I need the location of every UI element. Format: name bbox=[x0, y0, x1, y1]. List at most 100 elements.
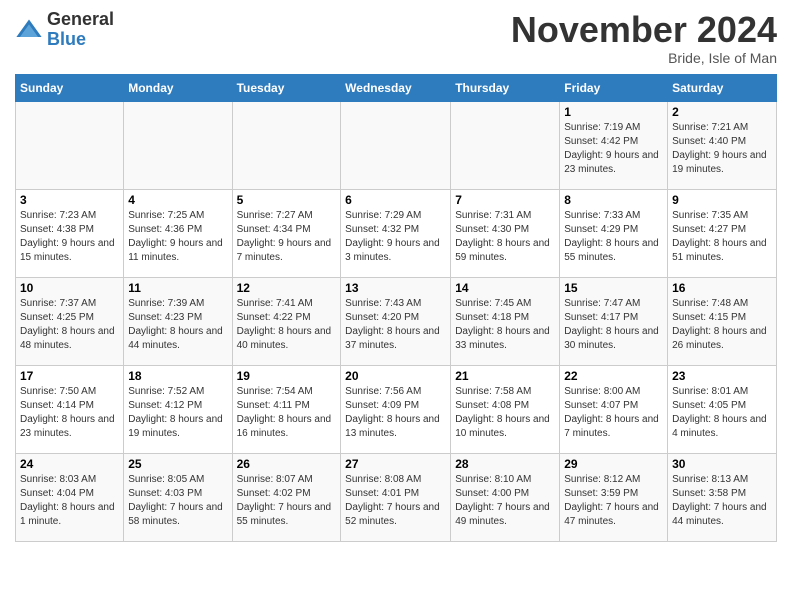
day-number: 30 bbox=[672, 457, 772, 471]
cell-week2-day2: 4 Sunrise: 7:25 AMSunset: 4:36 PMDaylight… bbox=[124, 189, 232, 277]
day-number: 9 bbox=[672, 193, 772, 207]
day-number: 5 bbox=[237, 193, 337, 207]
day-number: 8 bbox=[564, 193, 663, 207]
header-row: SundayMondayTuesdayWednesdayThursdayFrid… bbox=[16, 74, 777, 101]
day-number: 17 bbox=[20, 369, 119, 383]
day-info: Sunrise: 7:27 AMSunset: 4:34 PMDaylight:… bbox=[237, 209, 337, 265]
calendar-table: SundayMondayTuesdayWednesdayThursdayFrid… bbox=[15, 74, 777, 542]
logo-blue: Blue bbox=[47, 30, 114, 50]
day-number: 10 bbox=[20, 281, 119, 295]
day-info: Sunrise: 8:00 AMSunset: 4:07 PMDaylight:… bbox=[564, 385, 663, 441]
cell-week5-day6: 29Sunrise: 8:12 AMSunset: 3:59 PMDayligh… bbox=[560, 453, 668, 541]
day-number: 25 bbox=[128, 457, 227, 471]
day-number: 24 bbox=[20, 457, 119, 471]
header-wednesday: Wednesday bbox=[341, 74, 451, 101]
calendar-body: 1Sunrise: 7:19 AMSunset: 4:42 PMDaylight… bbox=[16, 101, 777, 541]
day-number: 23 bbox=[672, 369, 772, 383]
day-info: Sunrise: 7:31 AMSunset: 4:30 PMDaylight:… bbox=[455, 209, 555, 265]
day-info: Sunrise: 7:41 AMSunset: 4:22 PMDaylight:… bbox=[237, 297, 337, 353]
cell-week4-day2: 18 Sunrise: 7:52 AMSunset: 4:12 PMDayligh… bbox=[124, 365, 232, 453]
cell-week5-day3: 26Sunrise: 8:07 AMSunset: 4:02 PMDayligh… bbox=[232, 453, 341, 541]
day-info: Sunrise: 8:12 AMSunset: 3:59 PMDaylight:… bbox=[564, 473, 663, 529]
day-number: 28 bbox=[455, 457, 555, 471]
day-number: 6 bbox=[345, 193, 446, 207]
cell-week5-day7: 30 Sunrise: 8:13 AMSunset: 3:58 PMDayligh… bbox=[668, 453, 777, 541]
day-number: 15 bbox=[564, 281, 663, 295]
day-info: Sunrise: 7:43 AMSunset: 4:20 PMDaylight:… bbox=[345, 297, 446, 353]
day-info: Sunrise: 7:35 AMSunset: 4:27 PMDaylight:… bbox=[672, 209, 772, 265]
cell-week5-day5: 28Sunrise: 8:10 AMSunset: 4:00 PMDayligh… bbox=[451, 453, 560, 541]
day-number: 12 bbox=[237, 281, 337, 295]
cell-week3-day6: 15 Sunrise: 7:47 AMSunset: 4:17 PMDayligh… bbox=[560, 277, 668, 365]
day-number: 4 bbox=[128, 193, 227, 207]
day-info: Sunrise: 7:23 AMSunset: 4:38 PMDaylight:… bbox=[20, 209, 119, 265]
logo-icon bbox=[15, 16, 43, 44]
logo: General Blue bbox=[15, 10, 114, 50]
cell-week4-day5: 21 Sunrise: 7:58 AMSunset: 4:08 PMDayligh… bbox=[451, 365, 560, 453]
day-info: Sunrise: 8:13 AMSunset: 3:58 PMDaylight:… bbox=[672, 473, 772, 529]
day-info: Sunrise: 7:50 AMSunset: 4:14 PMDaylight:… bbox=[20, 385, 119, 441]
logo-text: General Blue bbox=[47, 10, 114, 50]
cell-week1-day1 bbox=[16, 101, 124, 189]
week-row-3: 10 Sunrise: 7:37 AMSunset: 4:25 PMDayligh… bbox=[16, 277, 777, 365]
cell-week4-day7: 23Sunrise: 8:01 AMSunset: 4:05 PMDayligh… bbox=[668, 365, 777, 453]
cell-week4-day1: 17 Sunrise: 7:50 AMSunset: 4:14 PMDayligh… bbox=[16, 365, 124, 453]
cell-week1-day2 bbox=[124, 101, 232, 189]
day-info: Sunrise: 7:33 AMSunset: 4:29 PMDaylight:… bbox=[564, 209, 663, 265]
cell-week1-day7: 2Sunrise: 7:21 AMSunset: 4:40 PMDaylight… bbox=[668, 101, 777, 189]
cell-week1-day6: 1Sunrise: 7:19 AMSunset: 4:42 PMDaylight… bbox=[560, 101, 668, 189]
header-friday: Friday bbox=[560, 74, 668, 101]
location-subtitle: Bride, Isle of Man bbox=[511, 50, 777, 66]
day-number: 20 bbox=[345, 369, 446, 383]
day-number: 14 bbox=[455, 281, 555, 295]
day-info: Sunrise: 7:58 AMSunset: 4:08 PMDaylight:… bbox=[455, 385, 555, 441]
day-info: Sunrise: 7:25 AMSunset: 4:36 PMDaylight:… bbox=[128, 209, 227, 265]
cell-week1-day4 bbox=[341, 101, 451, 189]
day-number: 21 bbox=[455, 369, 555, 383]
day-number: 1 bbox=[564, 105, 663, 119]
cell-week5-day2: 25 Sunrise: 8:05 AMSunset: 4:03 PMDayligh… bbox=[124, 453, 232, 541]
cell-week4-day3: 19Sunrise: 7:54 AMSunset: 4:11 PMDayligh… bbox=[232, 365, 341, 453]
day-number: 18 bbox=[128, 369, 227, 383]
cell-week1-day5 bbox=[451, 101, 560, 189]
day-info: Sunrise: 7:52 AMSunset: 4:12 PMDaylight:… bbox=[128, 385, 227, 441]
day-number: 22 bbox=[564, 369, 663, 383]
cell-week3-day5: 14 Sunrise: 7:45 AMSunset: 4:18 PMDayligh… bbox=[451, 277, 560, 365]
week-row-5: 24 Sunrise: 8:03 AMSunset: 4:04 PMDayligh… bbox=[16, 453, 777, 541]
cell-week3-day1: 10 Sunrise: 7:37 AMSunset: 4:25 PMDayligh… bbox=[16, 277, 124, 365]
cell-week4-day4: 20Sunrise: 7:56 AMSunset: 4:09 PMDayligh… bbox=[341, 365, 451, 453]
header-thursday: Thursday bbox=[451, 74, 560, 101]
cell-week3-day2: 11 Sunrise: 7:39 AMSunset: 4:23 PMDayligh… bbox=[124, 277, 232, 365]
header-tuesday: Tuesday bbox=[232, 74, 341, 101]
calendar-header: SundayMondayTuesdayWednesdayThursdayFrid… bbox=[16, 74, 777, 101]
day-info: Sunrise: 8:03 AMSunset: 4:04 PMDaylight:… bbox=[20, 473, 119, 529]
cell-week2-day6: 8 Sunrise: 7:33 AMSunset: 4:29 PMDaylight… bbox=[560, 189, 668, 277]
day-info: Sunrise: 8:05 AMSunset: 4:03 PMDaylight:… bbox=[128, 473, 227, 529]
cell-week5-day4: 27Sunrise: 8:08 AMSunset: 4:01 PMDayligh… bbox=[341, 453, 451, 541]
week-row-1: 1Sunrise: 7:19 AMSunset: 4:42 PMDaylight… bbox=[16, 101, 777, 189]
header-monday: Monday bbox=[124, 74, 232, 101]
day-info: Sunrise: 7:47 AMSunset: 4:17 PMDaylight:… bbox=[564, 297, 663, 353]
day-info: Sunrise: 7:29 AMSunset: 4:32 PMDaylight:… bbox=[345, 209, 446, 265]
header-saturday: Saturday bbox=[668, 74, 777, 101]
day-number: 7 bbox=[455, 193, 555, 207]
day-info: Sunrise: 8:08 AMSunset: 4:01 PMDaylight:… bbox=[345, 473, 446, 529]
cell-week1-day3 bbox=[232, 101, 341, 189]
logo-general: General bbox=[47, 10, 114, 30]
day-number: 16 bbox=[672, 281, 772, 295]
header-sunday: Sunday bbox=[16, 74, 124, 101]
week-row-2: 3 Sunrise: 7:23 AMSunset: 4:38 PMDaylight… bbox=[16, 189, 777, 277]
day-number: 2 bbox=[672, 105, 772, 119]
page-header: General Blue November 2024 Bride, Isle o… bbox=[15, 10, 777, 66]
title-section: November 2024 Bride, Isle of Man bbox=[511, 10, 777, 66]
cell-week3-day3: 12 Sunrise: 7:41 AMSunset: 4:22 PMDayligh… bbox=[232, 277, 341, 365]
cell-week3-day7: 16Sunrise: 7:48 AMSunset: 4:15 PMDayligh… bbox=[668, 277, 777, 365]
cell-week2-day4: 6 Sunrise: 7:29 AMSunset: 4:32 PMDaylight… bbox=[341, 189, 451, 277]
day-info: Sunrise: 7:54 AMSunset: 4:11 PMDaylight:… bbox=[237, 385, 337, 441]
day-number: 3 bbox=[20, 193, 119, 207]
day-info: Sunrise: 7:39 AMSunset: 4:23 PMDaylight:… bbox=[128, 297, 227, 353]
day-info: Sunrise: 7:37 AMSunset: 4:25 PMDaylight:… bbox=[20, 297, 119, 353]
month-title: November 2024 bbox=[511, 10, 777, 50]
day-info: Sunrise: 7:45 AMSunset: 4:18 PMDaylight:… bbox=[455, 297, 555, 353]
day-number: 11 bbox=[128, 281, 227, 295]
